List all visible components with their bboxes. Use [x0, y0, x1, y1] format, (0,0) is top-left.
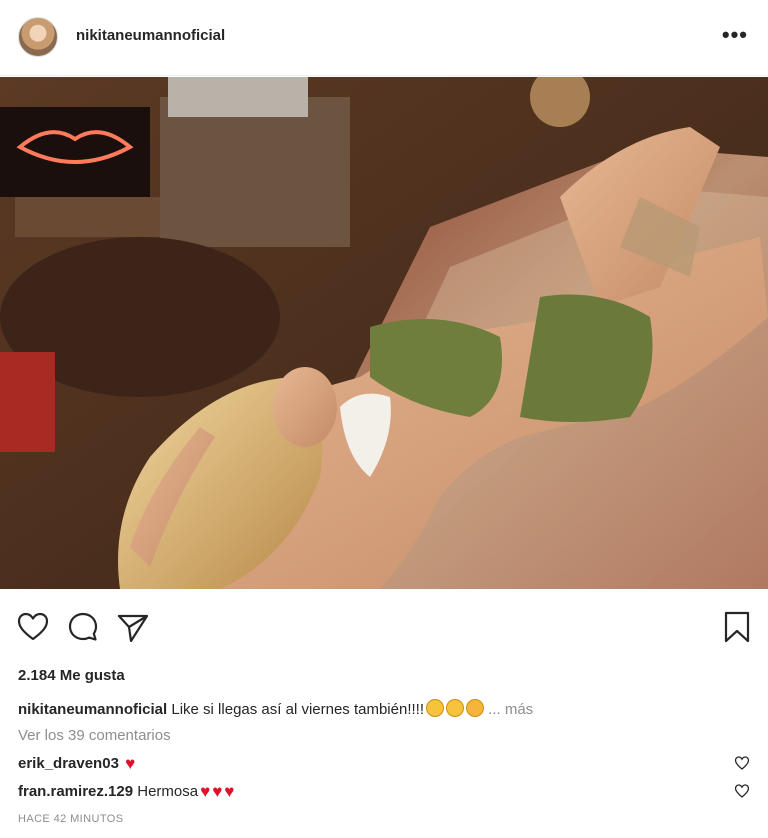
comment-text: Hermosa	[137, 783, 199, 800]
caption: nikitaneumannoficial Like si llegas así …	[18, 699, 533, 718]
caption-more-link[interactable]: ... más	[488, 701, 533, 718]
avatar[interactable]	[18, 17, 58, 57]
comment-item: erik_draven03 ♥	[18, 754, 135, 774]
caption-text: Like si llegas así al viernes también!!!…	[171, 701, 424, 718]
heart-outline-icon[interactable]	[16, 610, 50, 644]
grin-emoji-icon	[426, 699, 444, 717]
caption-username[interactable]: nikitaneumannoficial	[18, 701, 167, 718]
comment-bubble-icon[interactable]	[66, 610, 100, 644]
view-all-comments-link[interactable]: Ver los 39 comentarios	[18, 727, 171, 744]
red-heart-emoji-icon: ♥	[200, 782, 211, 801]
action-bar	[0, 600, 768, 656]
wink-emoji-icon	[446, 699, 464, 717]
post-timestamp: HACE 42 MINUTOS	[18, 813, 124, 825]
comment-username[interactable]: erik_draven03	[18, 755, 119, 772]
scream-emoji-icon	[466, 699, 484, 717]
red-heart-emoji-icon: ♥	[212, 782, 223, 801]
post-photo[interactable]	[0, 77, 768, 589]
post-header: nikitaneumannoficial •••	[0, 0, 768, 76]
more-options-icon[interactable]: •••	[722, 22, 748, 48]
comment-username[interactable]: fran.ramirez.129	[18, 783, 133, 800]
comment-like-icon[interactable]	[734, 783, 750, 799]
bookmark-icon[interactable]	[720, 610, 754, 644]
post-photo-image	[0, 77, 768, 589]
red-heart-emoji-icon: ♥	[224, 782, 235, 801]
paper-plane-icon[interactable]	[116, 610, 150, 644]
like-count[interactable]: 2.184 Me gusta	[18, 667, 125, 684]
comment-item: fran.ramirez.129 Hermosa ♥ ♥ ♥	[18, 782, 234, 802]
red-heart-emoji-icon: ♥	[125, 754, 136, 773]
comment-like-icon[interactable]	[734, 755, 750, 771]
post-username[interactable]: nikitaneumannoficial	[76, 27, 225, 44]
